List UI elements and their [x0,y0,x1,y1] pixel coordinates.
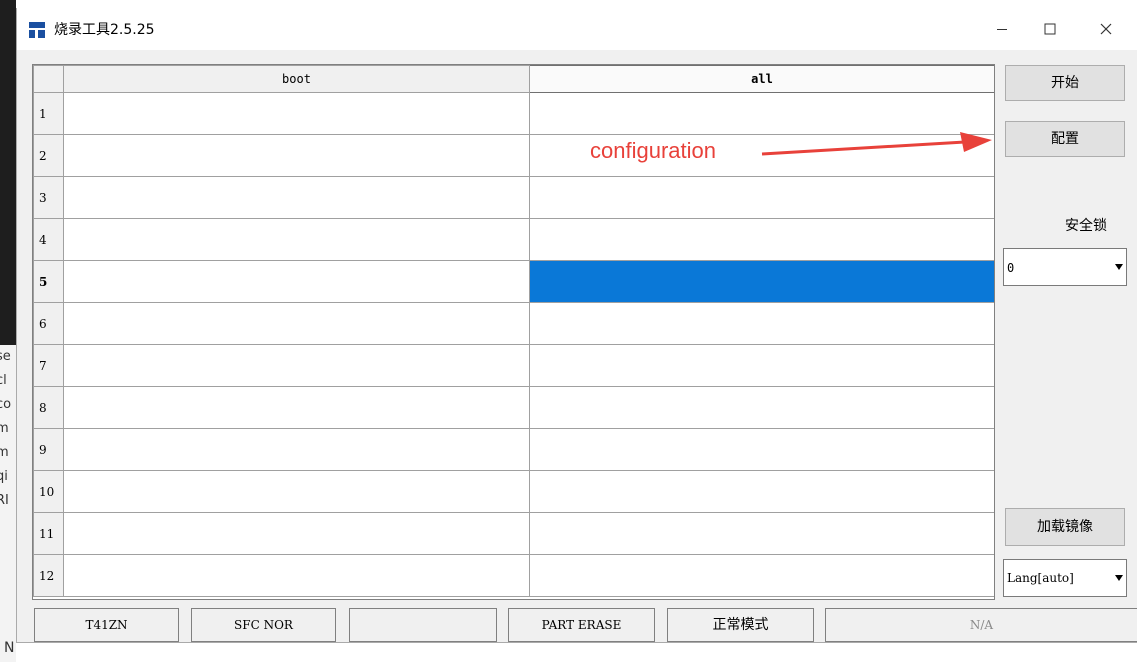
maximize-button[interactable] [1027,8,1073,50]
row-number: 7 [33,344,64,387]
row-number: 3 [33,176,64,219]
grid-cell[interactable] [63,218,530,261]
grid-cell[interactable] [529,386,994,429]
table-row[interactable]: 8 [33,386,994,429]
annotation-label: configuration [590,138,716,163]
grid-cell[interactable] [63,470,530,513]
table-row[interactable]: 3 [33,176,994,219]
language-select[interactable]: Lang[auto] [1003,559,1127,597]
background-text: m [0,421,9,436]
security-lock-label: 安全锁 [1065,218,1107,234]
grid-cell[interactable] [529,218,994,261]
column-header-all[interactable]: all [529,65,994,93]
table-row[interactable]: 7 [33,344,994,387]
grid-cell[interactable] [63,176,530,219]
language-value: Lang[auto] [1007,571,1074,585]
row-number: 4 [33,218,64,261]
grid-corner [33,65,64,93]
grid-header-row: boot all [33,65,994,93]
dropdown-arrow-icon[interactable] [1115,264,1123,270]
dropdown-arrow-icon[interactable] [1115,575,1123,581]
status-empty [349,608,497,642]
row-number: 5 [33,260,64,303]
background-text: RI [0,493,9,508]
row-number: 9 [33,428,64,471]
column-header-boot[interactable]: boot [63,65,530,93]
minimize-icon [997,29,1007,30]
grid-cell[interactable] [63,428,530,471]
status-chip: T41ZN [34,608,179,642]
app-icon [29,22,45,38]
background-dark-panel [0,0,16,345]
table-row[interactable]: 6 [33,302,994,345]
close-button[interactable] [1083,8,1129,50]
start-button[interactable]: 开始 [1005,65,1125,101]
grid-cell[interactable] [529,92,994,135]
annotation-arrow-icon [761,132,992,156]
grid-cell[interactable] [63,260,530,303]
table-row[interactable]: 11 [33,512,994,555]
table-row[interactable]: 1 [33,92,994,135]
grid-cell-selected[interactable] [529,260,994,303]
background-text-fragments: se cl co m m qi RI [0,345,16,513]
config-button[interactable]: 配置 [1005,121,1125,157]
close-icon [1100,23,1112,35]
grid-cell[interactable] [63,92,530,135]
security-lock-select[interactable]: 0 [1003,248,1127,286]
grid-cell[interactable] [63,554,530,597]
row-number: 2 [33,134,64,177]
grid-cell[interactable] [529,554,994,597]
status-run-mode: 正常模式 [667,608,814,642]
grid-cell[interactable] [63,134,530,177]
table-row[interactable]: 9 [33,428,994,471]
grid-cell[interactable] [63,512,530,555]
table-row[interactable]: 4 [33,218,994,261]
background-text: N [4,640,15,656]
status-flash-type: SFC NOR [191,608,336,642]
grid-cell[interactable] [63,302,530,345]
background-text: m [0,445,9,460]
status-info: N/A [825,608,1137,642]
security-lock-value: 0 [1007,261,1015,275]
grid-cell[interactable] [63,344,530,387]
row-number: 1 [33,92,64,135]
burn-tool-window: 烧录工具2.5.25 boot all 1 2 3 4 5 6 7 8 9 10… [16,8,1137,643]
row-number: 6 [33,302,64,345]
table-row[interactable]: 10 [33,470,994,513]
grid-cell[interactable] [529,428,994,471]
grid-cell[interactable] [63,386,530,429]
grid-cell[interactable] [529,302,994,345]
background-window-strip: se cl co m m qi RI N [0,0,16,662]
background-text: cl [0,373,7,388]
grid-cell[interactable] [529,470,994,513]
maximize-icon [1044,23,1056,35]
window-title: 烧录工具2.5.25 [54,22,155,38]
background-text: co [0,397,12,412]
minimize-button[interactable] [979,8,1025,50]
row-number: 11 [33,512,64,555]
status-erase-mode: PART ERASE [508,608,655,642]
grid-cell[interactable] [529,512,994,555]
title-bar[interactable]: 烧录工具2.5.25 [17,8,1137,50]
row-number: 10 [33,470,64,513]
table-row[interactable]: 12 [33,554,994,597]
table-row-selected[interactable]: 5 [33,260,994,303]
row-number: 12 [33,554,64,597]
grid-cell[interactable] [529,176,994,219]
load-image-button[interactable]: 加载镜像 [1005,508,1125,546]
grid-cell[interactable] [529,344,994,387]
background-text: qi [0,469,8,484]
row-number: 8 [33,386,64,429]
background-text: se [0,349,11,364]
